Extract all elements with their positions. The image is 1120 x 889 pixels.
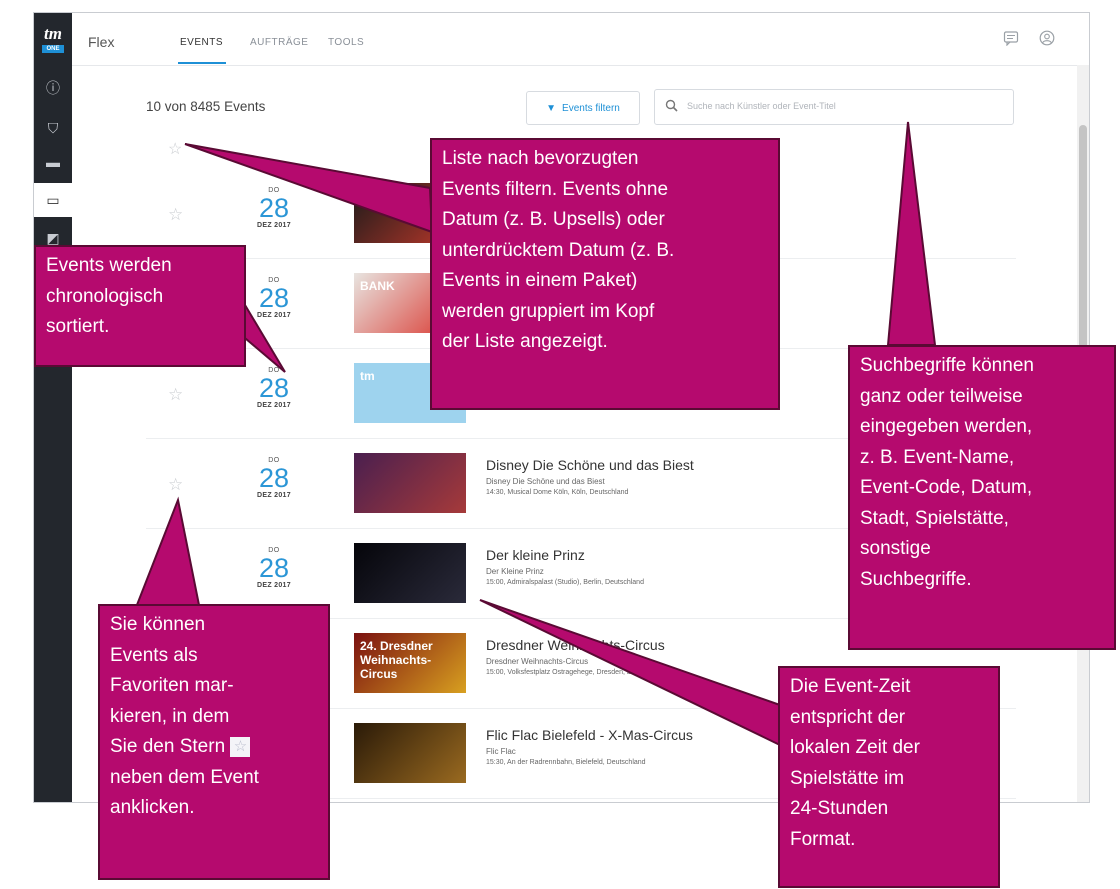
callout-favorites-filter: Liste nach bevorzugten Events filtern. E… xyxy=(430,138,780,410)
star-icon: ☆ xyxy=(230,736,251,757)
callout-event-time: Die Event-Zeit entspricht der lokalen Ze… xyxy=(778,666,1000,888)
pointer-event-time xyxy=(479,599,781,747)
callout-chronological: Events werden chronologisch sortiert. xyxy=(34,245,246,367)
pointer-favorites-filter xyxy=(184,143,434,234)
callout-search-terms: Suchbegriffe können ganz oder teilweise … xyxy=(848,345,1116,650)
pointer-star xyxy=(133,496,202,611)
callout-favorites-star: Sie können Events als Favoriten mar- kie… xyxy=(98,604,330,880)
pointer-search xyxy=(886,121,937,346)
